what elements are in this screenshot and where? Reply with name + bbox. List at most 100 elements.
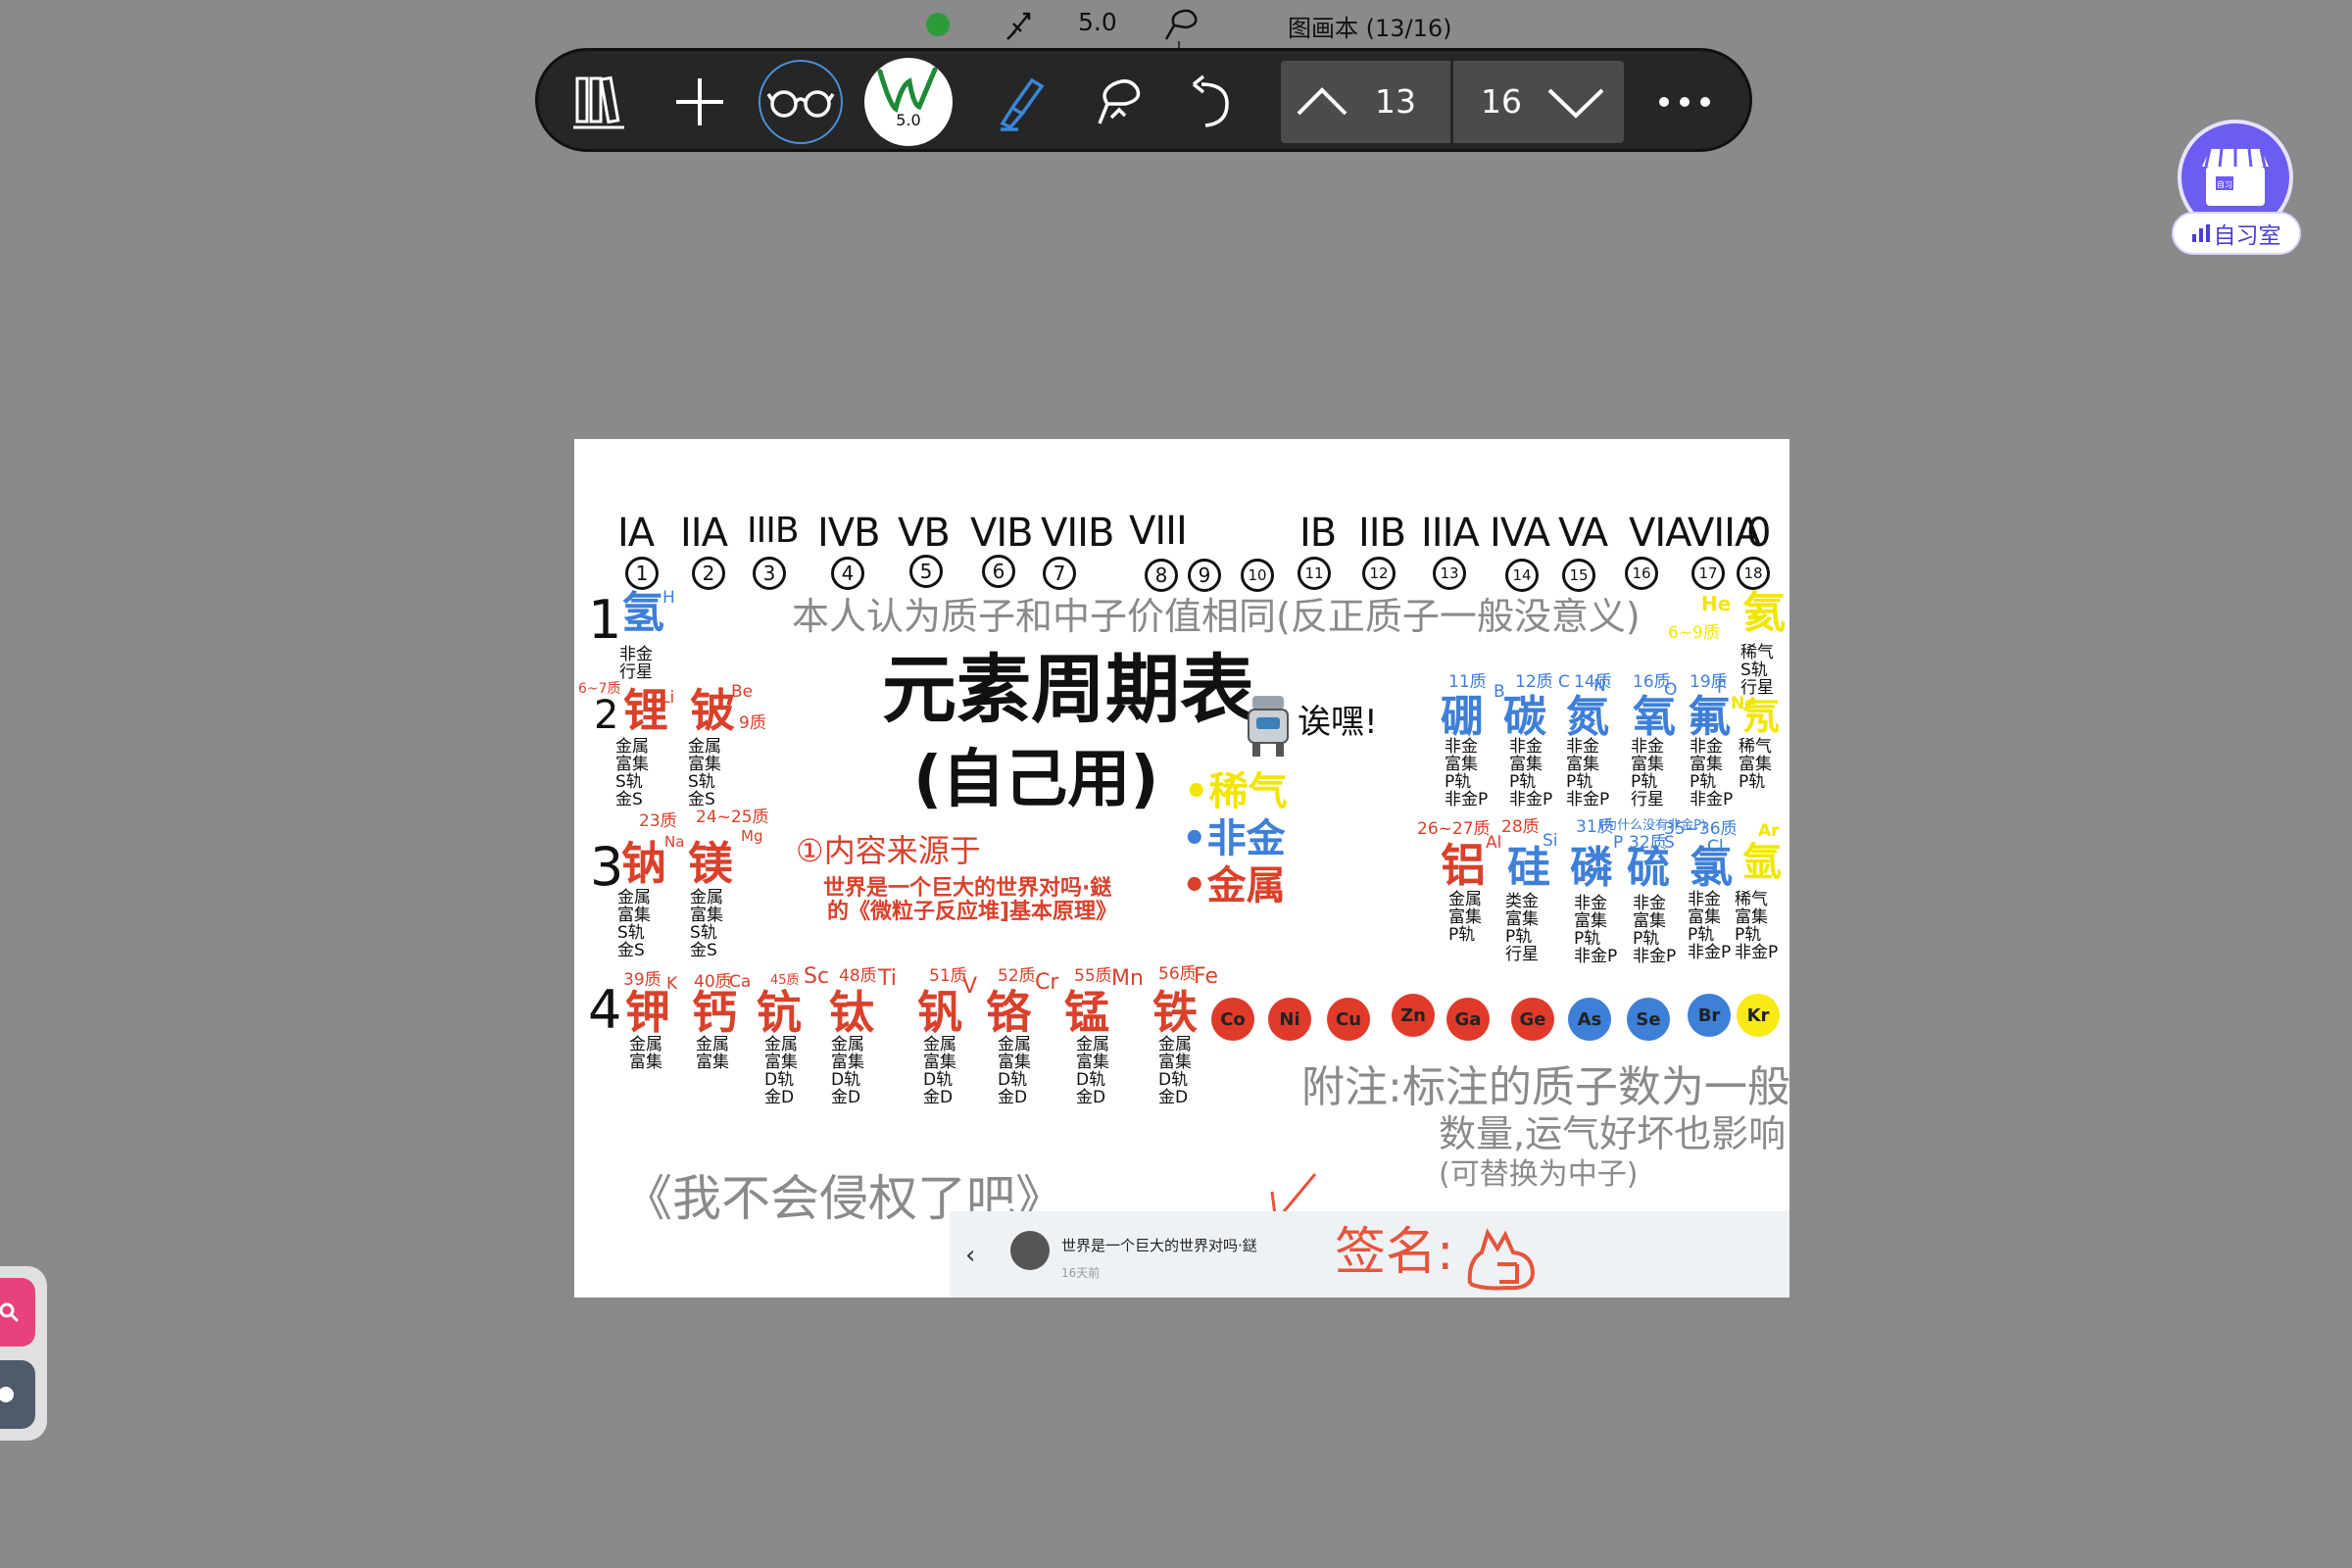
- ball-label: As: [1577, 1008, 1602, 1030]
- element-note: 非金 富集 P轨 非金P: [1445, 737, 1489, 809]
- group-number: 4: [831, 557, 864, 590]
- element-oxygen: 氧: [1633, 692, 1676, 742]
- element-helium: 氦: [1742, 588, 1786, 638]
- group-number: 12: [1362, 557, 1396, 590]
- search-icon: [0, 1302, 20, 1323]
- color-dot-icon[interactable]: [926, 13, 950, 36]
- appendix-line-3: (可替换为中子): [1439, 1157, 1639, 1192]
- main-toolbar: 5.0 13 16: [535, 48, 1752, 152]
- ball-label: Ni: [1279, 1008, 1300, 1030]
- period-label: 2: [594, 693, 619, 738]
- element-tag: 24~25质: [696, 808, 769, 827]
- search-tab[interactable]: [0, 1278, 35, 1347]
- undo-button[interactable]: [1177, 67, 1248, 137]
- bars-icon: [2191, 224, 2210, 242]
- group-header: IIA: [680, 511, 728, 556]
- post-time: 16天前: [1061, 1266, 1101, 1280]
- lasso-button[interactable]: [1084, 67, 1154, 137]
- period-label: 3: [590, 836, 624, 898]
- group-number: 17: [1691, 557, 1725, 590]
- more-options-button[interactable]: [1645, 67, 1724, 137]
- element-note: 金属 富集 D轨 金D: [998, 1035, 1031, 1107]
- element-fluorine: 氟: [1688, 692, 1731, 742]
- element-ball-br: Br: [1688, 994, 1731, 1037]
- group-header: VB: [898, 511, 951, 556]
- element-symbol: Na: [664, 833, 685, 851]
- element-hydrogen: 氢: [621, 588, 664, 638]
- element-symbol: Be: [731, 682, 754, 702]
- element-note: 非金 富集 P轨 非金P: [1688, 890, 1732, 962]
- group-number: 18: [1737, 557, 1770, 590]
- highlighter-icon: [1000, 77, 1045, 131]
- element-beryllium: 铍: [690, 684, 735, 737]
- pen-size-label: 5.0: [896, 111, 921, 129]
- source-line-2: 的《微粒子反应堆]基本原理》: [827, 900, 1118, 924]
- page-up-icon[interactable]: [1293, 73, 1351, 131]
- group-header: IA: [617, 511, 655, 556]
- element-symbol: He: [1701, 592, 1732, 615]
- element-ball-se: Se: [1627, 998, 1670, 1041]
- page-down-icon[interactable]: [1544, 73, 1608, 131]
- element-manganese: 锰: [1064, 986, 1109, 1039]
- ball-label: Co: [1220, 1008, 1246, 1030]
- ball-label: Br: [1697, 1004, 1721, 1026]
- add-page-button[interactable]: [664, 67, 735, 137]
- group-header: VIB: [970, 511, 1034, 556]
- group-header: IIIB: [747, 511, 800, 551]
- element-ball-ge: Ge: [1511, 998, 1554, 1041]
- more-icon: [1659, 97, 1710, 107]
- current-page-number[interactable]: 13: [1375, 82, 1416, 121]
- exclaim-text: 诶嘿!: [1298, 703, 1378, 742]
- element-note: 非金 富集 P轨 非金P: [1633, 894, 1677, 966]
- pen-status-icon[interactable]: [1002, 6, 1037, 41]
- appendix-line-2: 数量,运气好坏也影响: [1439, 1112, 1787, 1155]
- group-number: 5: [909, 555, 943, 588]
- highlighter-button[interactable]: [985, 67, 1055, 137]
- element-silicon: 硅: [1507, 843, 1550, 893]
- element-note: 非金 富集 P轨 非金P: [1690, 737, 1734, 809]
- chat-tab[interactable]: [0, 1360, 35, 1429]
- element-tag: 56质: [1158, 964, 1197, 984]
- element-note: 非金 富集 P轨 非金P: [1566, 737, 1610, 809]
- element-symbol: C: [1558, 672, 1570, 692]
- element-note: 金属 富集 S轨 金S: [690, 888, 723, 960]
- ball-label: Ge: [1519, 1008, 1546, 1030]
- period-label: 4: [588, 979, 622, 1041]
- pen-tool-button[interactable]: 5.0: [864, 58, 953, 146]
- library-button[interactable]: [564, 67, 634, 137]
- element-symbol: H: [662, 588, 675, 608]
- element-potassium: 钾: [625, 986, 670, 1039]
- group-number: 9: [1188, 559, 1221, 592]
- group-header: 0: [1746, 511, 1771, 556]
- element-tag: 11质: [1448, 672, 1487, 692]
- group-header: IVA: [1490, 511, 1550, 556]
- page-subtitle: (自己用): [913, 744, 1159, 816]
- group-header: VIIB: [1041, 511, 1114, 556]
- drawing-page[interactable]: IA IIA IIIB IVB VB VIB VIIB VIII IB IIB …: [574, 439, 1789, 1298]
- study-badge: 自习: [2217, 179, 2232, 189]
- element-note: 非金 富集 P轨 非金P: [1509, 737, 1553, 809]
- element-symbol: Mn: [1111, 966, 1144, 991]
- proton-note: 本人认为质子和中子价值相同(反正质子一般没意义): [792, 595, 1641, 638]
- element-note: 金属 富集 D轨 金D: [831, 1035, 864, 1107]
- element-ball-ga: Ga: [1446, 998, 1490, 1041]
- lasso-status-icon[interactable]: [1160, 4, 1203, 43]
- undo-icon: [1192, 74, 1229, 127]
- back-chevron-icon[interactable]: ‹: [965, 1241, 975, 1270]
- element-note: 金属 富集 D轨 金D: [764, 1035, 798, 1107]
- study-room-widget[interactable]: 自习 自习室: [2170, 116, 2303, 259]
- element-ball-as: As: [1568, 998, 1611, 1041]
- group-number: 2: [692, 557, 725, 590]
- element-aluminium: 铝: [1441, 839, 1486, 892]
- element-note: 金属 富集 S轨 金S: [688, 737, 721, 809]
- study-room-label-pill[interactable]: 自习室: [2172, 212, 2301, 255]
- group-number: 3: [753, 557, 786, 590]
- element-tag: 26~27质: [1417, 819, 1491, 839]
- reading-mode-button[interactable]: [759, 60, 843, 144]
- element-symbol: Al: [1486, 833, 1502, 853]
- ball-label: Cu: [1335, 1008, 1362, 1030]
- element-phosphorus: 磷: [1570, 843, 1613, 893]
- element-symbol: Ti: [878, 966, 897, 991]
- element-ball-cu: Cu: [1327, 998, 1370, 1041]
- element-tag: 12质: [1515, 672, 1553, 692]
